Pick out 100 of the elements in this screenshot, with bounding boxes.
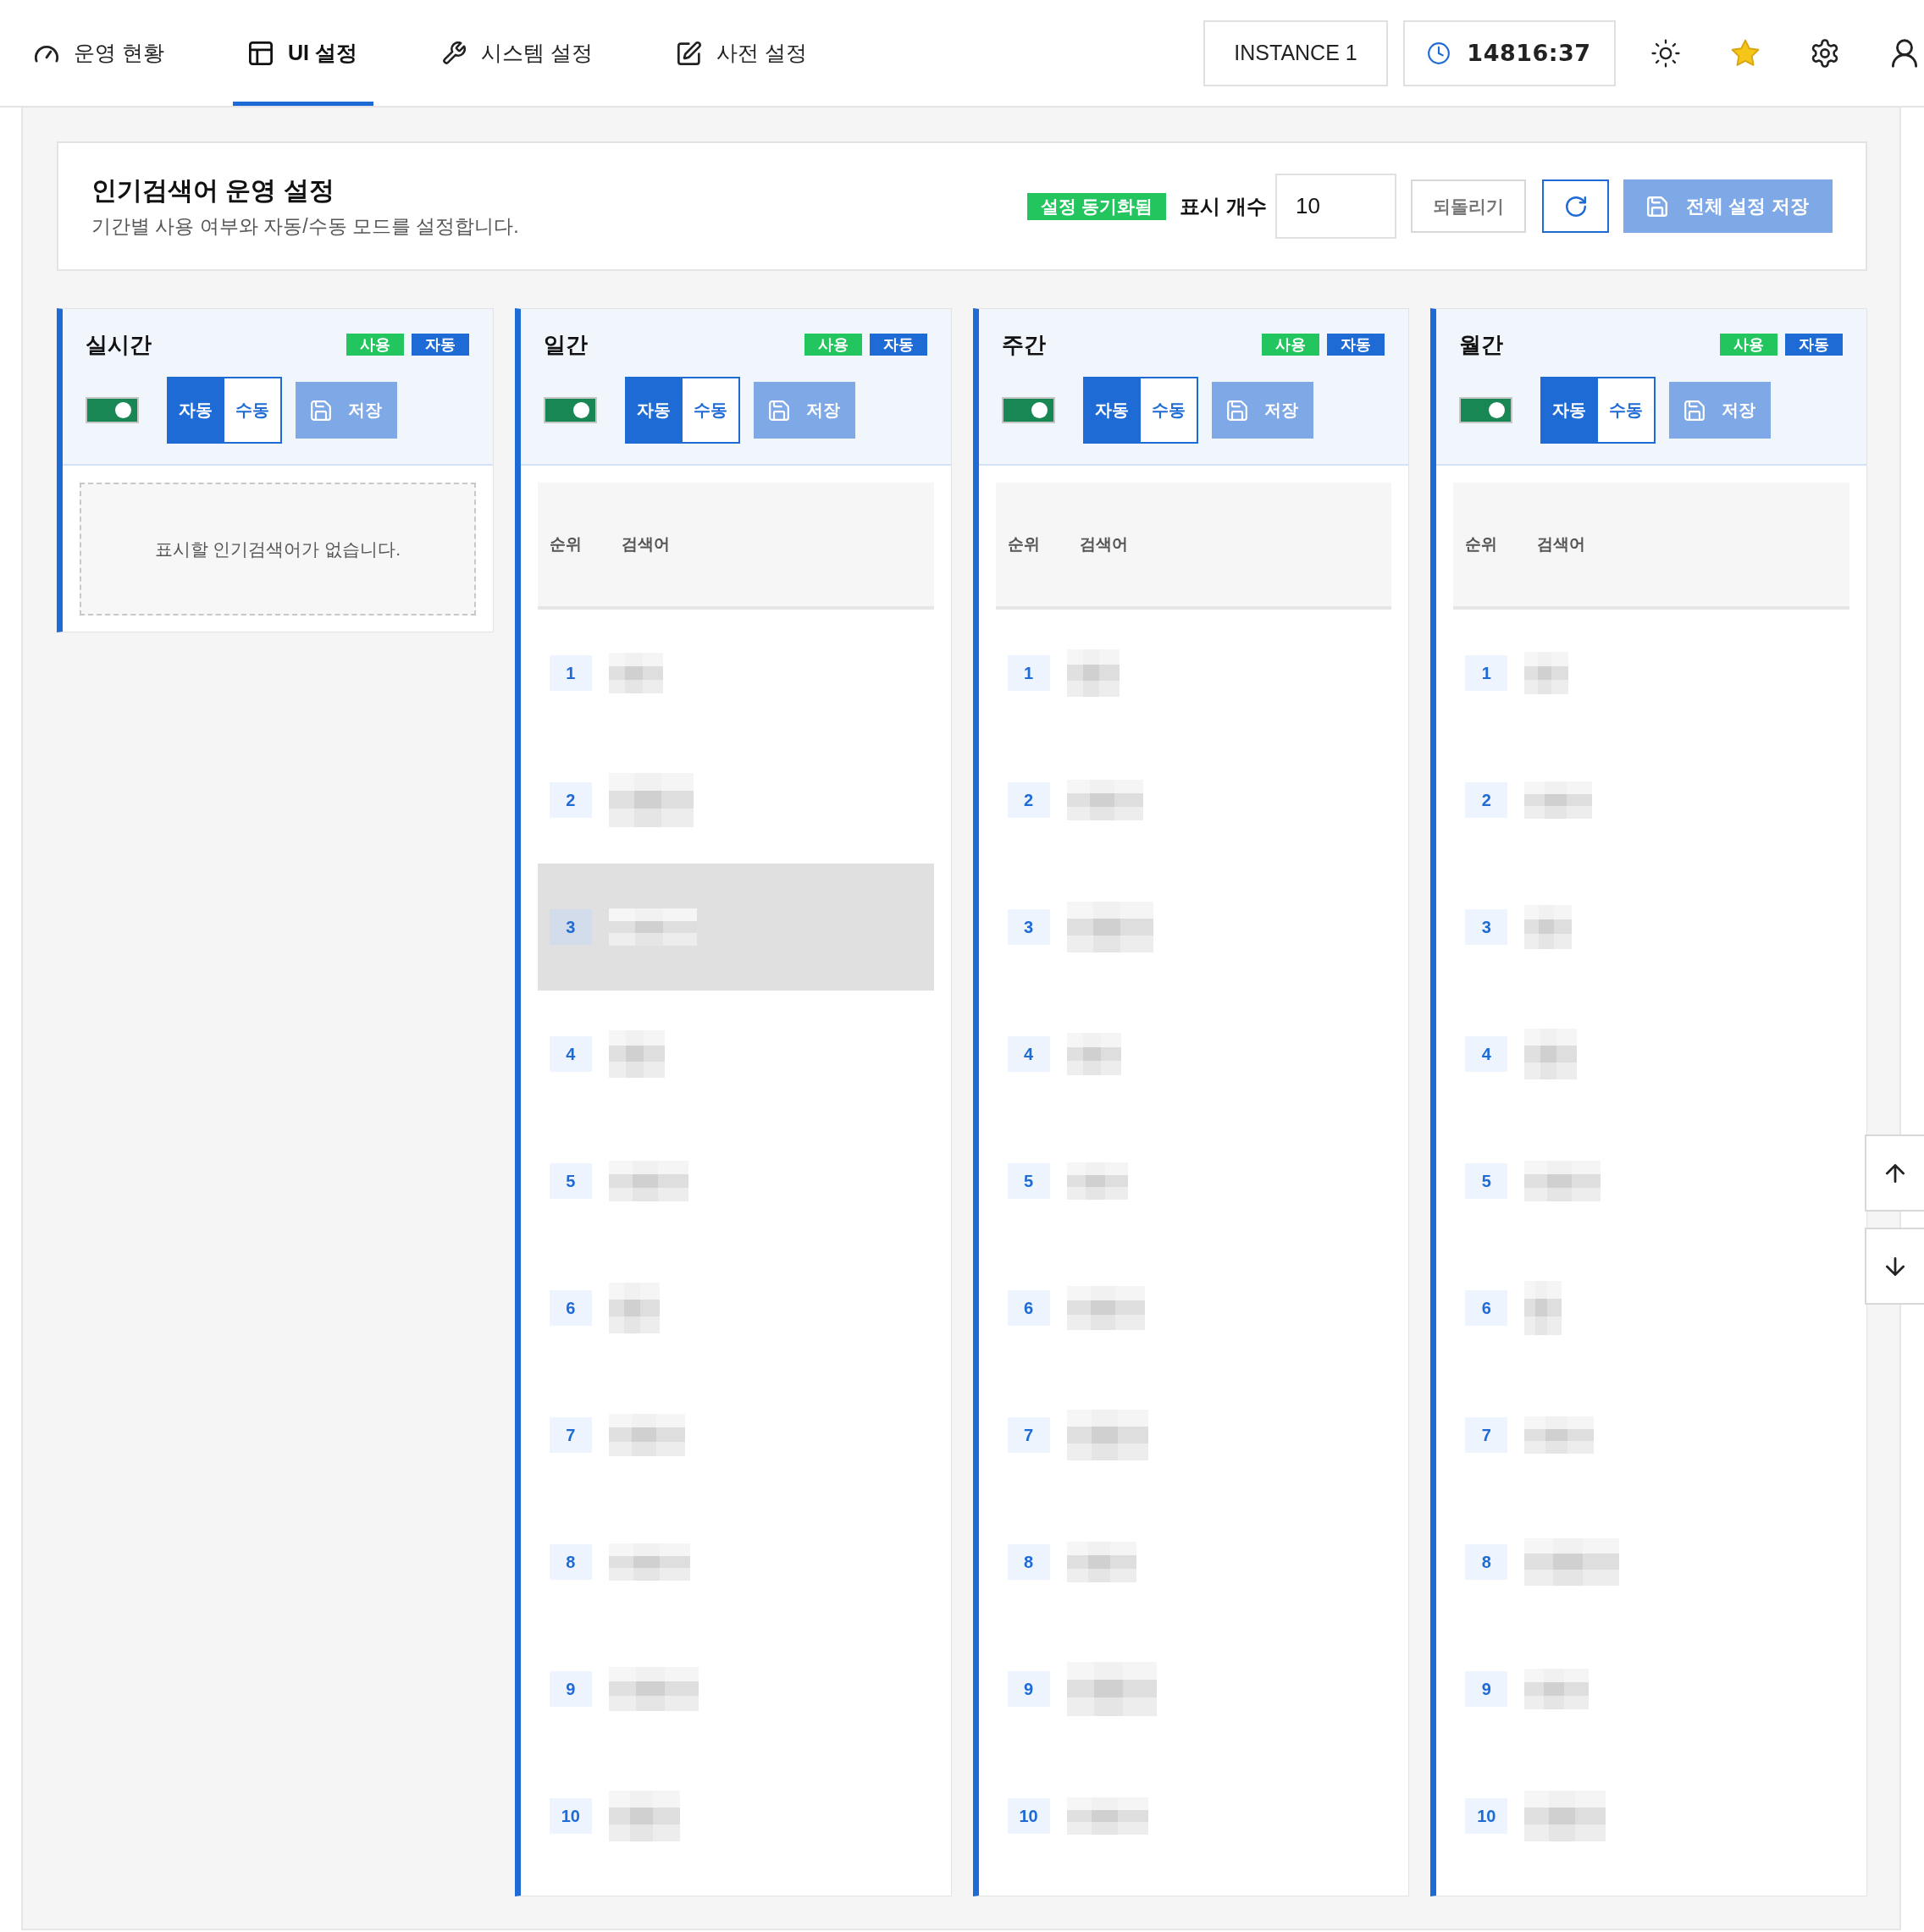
pixelated-text-placeholder [608,1283,660,1333]
rank-number: 9 [1007,1671,1050,1707]
rank-number: 4 [1007,1036,1050,1072]
pixelated-text-placeholder [1524,1029,1578,1079]
rank-number: 10 [549,1798,592,1834]
nav-tab[interactable]: 사전 설정 [661,0,823,106]
pixelated-text-placeholder [1524,1281,1562,1335]
save-icon [311,400,331,421]
nav-tab[interactable]: 시스템 설정 [425,0,609,106]
rank-number: 3 [1465,909,1508,945]
pixelated-text-placeholder [1524,905,1573,949]
save-icon [1647,196,1668,217]
display-count-label: 표시 개수 [1180,193,1267,219]
sun-icon[interactable] [1651,38,1680,68]
mode-option[interactable]: 수동 [1140,377,1198,444]
scroll-up-button[interactable] [1865,1134,1924,1212]
pixelated-text-placeholder [1066,649,1120,697]
rank-number: 7 [1007,1417,1050,1453]
page-subtitle: 기간별 사용 여부와 자동/수동 모드를 설정합니다. [91,213,519,239]
column-header: 검색어 [1079,534,1128,555]
timer-value: 14816:37 [1467,40,1591,66]
rank-number: 3 [1007,909,1050,945]
wrench-icon [441,41,466,65]
mode-option[interactable]: 수동 [1598,377,1656,444]
pixelated-text-placeholder [1524,652,1569,694]
panel-title: 실시간 [86,330,152,359]
rank-number: 6 [1465,1290,1508,1326]
arrow-down-icon [1886,1256,1905,1276]
refresh-icon [1565,196,1586,217]
rank-number: 8 [1007,1544,1050,1580]
enable-toggle[interactable] [86,397,139,423]
rank-number: 10 [1465,1798,1508,1834]
edit-icon [677,41,701,65]
column-header: 검색어 [621,534,670,555]
enable-toggle[interactable] [1459,397,1513,423]
layout-icon [248,41,273,65]
mode-option[interactable]: 자동 [1540,377,1599,444]
mode-option[interactable]: 자동 [167,377,224,444]
save-icon [768,400,789,421]
pixelated-text-placeholder [608,1030,665,1078]
table-row[interactable]: 3 [537,864,934,991]
rank-number: 10 [1007,1798,1050,1834]
rank-number: 6 [549,1290,592,1326]
save-icon [1684,400,1706,421]
rank-number: 5 [1007,1163,1050,1199]
user-icon[interactable] [1890,38,1919,68]
sync-status-badge: 설정 동기화됨 [1027,192,1167,220]
status-badge: 사용 [1262,334,1320,356]
refresh-button[interactable] [1542,179,1609,233]
instance-indicator: INSTANCE 1 [1203,19,1388,86]
star-icon[interactable] [1731,38,1760,68]
rank-number: 8 [549,1544,592,1580]
save-icon [1226,400,1247,421]
mode-option[interactable]: 자동 [624,377,683,444]
rank-number: 2 [549,782,592,818]
rank-number: 1 [1007,655,1050,691]
rank-number: 4 [549,1036,592,1072]
status-badge: 자동 [411,334,469,356]
status-badge: 자동 [1785,334,1843,356]
rank-number: 9 [1465,1671,1508,1707]
nav-tab[interactable]: 운영 현황 [19,0,180,106]
display-count-input[interactable]: 10 [1275,174,1396,239]
revert-button[interactable]: 되돌리기 [1411,179,1526,233]
mode-option[interactable]: 자동 [1082,377,1141,444]
mode-option[interactable]: 수동 [682,377,740,444]
rank-number: 3 [549,909,592,945]
status-badge: 자동 [869,334,927,356]
rank-number: 7 [1465,1417,1508,1453]
settings-icon[interactable] [1811,38,1839,68]
arrow-up-icon [1886,1163,1905,1183]
status-badge: 사용 [804,334,862,356]
panel-title: 일간 [543,330,588,359]
panel-title: 주간 [1001,330,1046,359]
rank-number: 5 [549,1163,592,1199]
page-title: 인기검색어 운영 설정 [91,174,335,206]
empty-state-message: 표시할 인기검색어가 없습니다. [80,483,476,615]
enable-toggle[interactable] [543,397,597,423]
enable-toggle[interactable] [1001,397,1055,423]
pixelated-text-placeholder [1066,1033,1121,1075]
column-header: 순위 [549,534,583,555]
status-badge: 사용 [346,334,404,356]
scroll-down-button[interactable] [1865,1228,1924,1305]
rank-number: 2 [1007,782,1050,818]
rank-number: 5 [1465,1163,1508,1199]
rank-number: 1 [1465,655,1508,691]
pixelated-text-placeholder [608,653,663,693]
rank-number: 6 [1007,1290,1050,1326]
column-header: 검색어 [1537,534,1586,555]
rank-number: 2 [1465,782,1508,818]
rank-number: 1 [549,655,592,691]
status-badge: 사용 [1720,334,1777,356]
rank-number: 7 [549,1417,592,1453]
status-badge: 자동 [1327,334,1385,356]
rank-number: 8 [1465,1544,1508,1580]
mode-option[interactable]: 수동 [224,377,282,444]
clock-icon [1428,41,1451,64]
panel-title: 월간 [1459,330,1504,359]
column-header: 순위 [1007,534,1041,555]
column-header: 순위 [1465,534,1499,555]
rank-number: 4 [1465,1036,1508,1072]
